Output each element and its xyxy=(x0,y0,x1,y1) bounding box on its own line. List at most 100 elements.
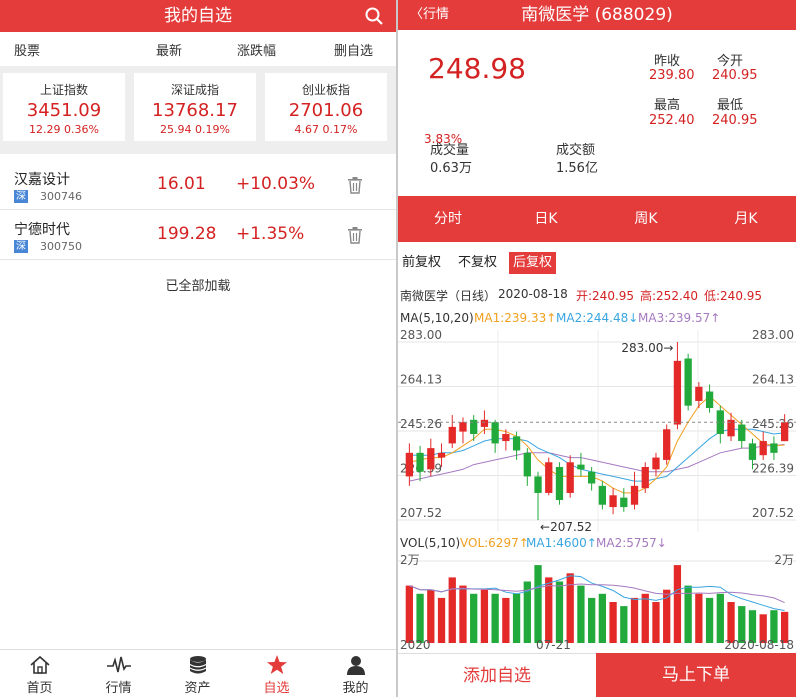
candle-body xyxy=(427,448,435,470)
adjust-backward[interactable]: 后复权 xyxy=(509,252,557,274)
candle-body xyxy=(641,466,649,489)
low-label: 最低 xyxy=(717,98,744,113)
column-latest: 最新 xyxy=(156,43,183,59)
stock-row[interactable]: 宁德时代 深 300750 199.28 +1.35% xyxy=(0,210,396,260)
candle-body xyxy=(630,485,639,505)
candle-body xyxy=(437,452,446,458)
index-name: 深证成指 xyxy=(170,83,219,97)
index-card-chinext[interactable]: 创业板指 2701.06 4.67 0.17% xyxy=(265,73,387,141)
period-tabs: 分时 日K 周K 月K xyxy=(398,196,796,242)
y-tick-label-left: 264.13 xyxy=(400,373,442,387)
stock-title: 南微医学 (688029) xyxy=(521,5,673,25)
ma-label: MA(5,10,20) xyxy=(400,311,474,325)
volume-bar xyxy=(448,577,456,643)
tab-assets[interactable]: 资产 xyxy=(158,650,237,697)
candle-body xyxy=(705,391,714,409)
trash-icon[interactable] xyxy=(346,176,364,194)
watchlist-header: 我的自选 xyxy=(0,0,396,32)
volume-bar xyxy=(684,585,692,643)
tab-label: 自选 xyxy=(263,681,290,696)
volume-value: 0.63万 xyxy=(430,161,472,176)
tab-market[interactable]: 行情 xyxy=(79,650,158,697)
watchlist-column-header: 股票 最新 涨跌幅 删自选 xyxy=(0,32,396,66)
volume-bar xyxy=(695,593,703,643)
page-title: 我的自选 xyxy=(164,6,232,26)
trash-icon[interactable] xyxy=(346,226,364,244)
bottom-tabbar: 首页 行情 资产 自选 我的 xyxy=(0,649,396,697)
tab-period-daily[interactable]: 日K xyxy=(516,196,576,242)
tab-label: 首页 xyxy=(26,681,53,696)
tab-home[interactable]: 首页 xyxy=(0,650,79,697)
index-value: 13768.17 xyxy=(152,100,238,121)
max-price-label: 283.00→ xyxy=(621,341,673,355)
info-name: 南微医学（日线） xyxy=(400,289,497,303)
column-stock: 股票 xyxy=(14,43,41,59)
candle-body xyxy=(684,358,692,406)
candle-body xyxy=(598,485,607,505)
volume-bar xyxy=(437,597,446,643)
volume-chart[interactable]: 2万 2万 2020 07-21 2020-08-18 xyxy=(398,553,796,650)
market-badge: 深 xyxy=(14,190,28,203)
candle-body xyxy=(652,457,660,470)
volume-bar xyxy=(555,581,564,643)
stock-change: +1.35% xyxy=(236,224,305,244)
vol-ma2: MA2:5757↓ xyxy=(596,536,667,550)
volume-bar xyxy=(652,602,660,643)
home-icon xyxy=(29,655,50,674)
add-to-watchlist-button[interactable]: 添加自选 xyxy=(398,653,596,697)
candle-body xyxy=(523,452,531,477)
adjust-forward[interactable]: 前复权 xyxy=(402,252,441,274)
volume-label: 成交量 xyxy=(430,143,470,158)
info-high: 高:252.40 xyxy=(640,289,699,303)
candle-body xyxy=(566,462,574,493)
tab-profile[interactable]: 我的 xyxy=(316,650,395,697)
stock-code: 300750 xyxy=(40,240,82,253)
volume-bar xyxy=(630,597,639,643)
tab-label: 资产 xyxy=(184,681,211,696)
y-tick-label-left: 207.52 xyxy=(400,506,442,520)
tab-period-monthly[interactable]: 月K xyxy=(716,196,776,242)
quote-summary: 248.98 3.83% 昨收 239.80 今开 240.95 最高 252.… xyxy=(398,30,796,196)
ma1-legend: MA1:239.33↑ xyxy=(474,311,557,325)
volume-bar xyxy=(512,593,521,643)
search-icon[interactable] xyxy=(364,6,384,26)
y-tick-label-right: 207.52 xyxy=(752,506,794,520)
tab-period-weekly[interactable]: 周K xyxy=(616,196,676,242)
tab-label: 我的 xyxy=(342,681,369,696)
y-tick-label-left: 245.26 xyxy=(400,417,442,431)
volume-bar xyxy=(577,585,585,643)
current-price: 248.98 xyxy=(428,52,526,85)
volume-bar xyxy=(459,585,467,643)
candle-body xyxy=(695,386,703,401)
stock-name: 汉嘉设计 xyxy=(14,172,70,188)
candlestick-chart[interactable]: 283.00 283.00264.13 264.13245.26 245.26226.… xyxy=(398,330,796,532)
tab-watchlist[interactable]: 自选 xyxy=(237,650,316,697)
index-card-shenzhen[interactable]: 深证成指 13768.17 25.94 0.19% xyxy=(134,73,256,141)
volume-tick-left: 2万 xyxy=(400,553,420,567)
open-value: 240.95 xyxy=(712,68,758,83)
index-change: 4.67 0.17% xyxy=(294,123,358,136)
y-tick-label-left: 283.00 xyxy=(400,330,442,342)
index-change: 25.94 0.19% xyxy=(160,123,230,136)
turnover-value: 1.56亿 xyxy=(556,161,598,176)
pulse-icon xyxy=(106,656,131,673)
stock-name: 宁德时代 xyxy=(14,222,70,238)
back-button[interactable]: 〈行情 xyxy=(410,0,449,30)
candle-body xyxy=(555,466,564,501)
column-delete: 删自选 xyxy=(334,43,374,59)
candle-body xyxy=(416,452,424,472)
index-card-shanghai[interactable]: 上证指数 3451.09 12.29 0.36% xyxy=(3,73,125,141)
y-tick-label-right: 283.00 xyxy=(752,330,794,342)
info-low: 低:240.95 xyxy=(704,289,763,303)
candle-body xyxy=(491,422,499,444)
high-label: 最高 xyxy=(654,98,681,113)
stock-row[interactable]: 汉嘉设计 深 300746 16.01 +10.03% xyxy=(0,160,396,210)
tab-period-timeshare[interactable]: 分时 xyxy=(418,196,478,242)
place-order-button[interactable]: 马上下单 xyxy=(596,653,796,697)
back-label: 行情 xyxy=(423,7,450,22)
prev-close-label: 昨收 xyxy=(654,54,681,69)
volume-bar xyxy=(587,597,596,643)
adjust-none[interactable]: 不复权 xyxy=(458,252,497,274)
index-value: 2701.06 xyxy=(288,100,364,121)
candle-body xyxy=(780,422,789,442)
